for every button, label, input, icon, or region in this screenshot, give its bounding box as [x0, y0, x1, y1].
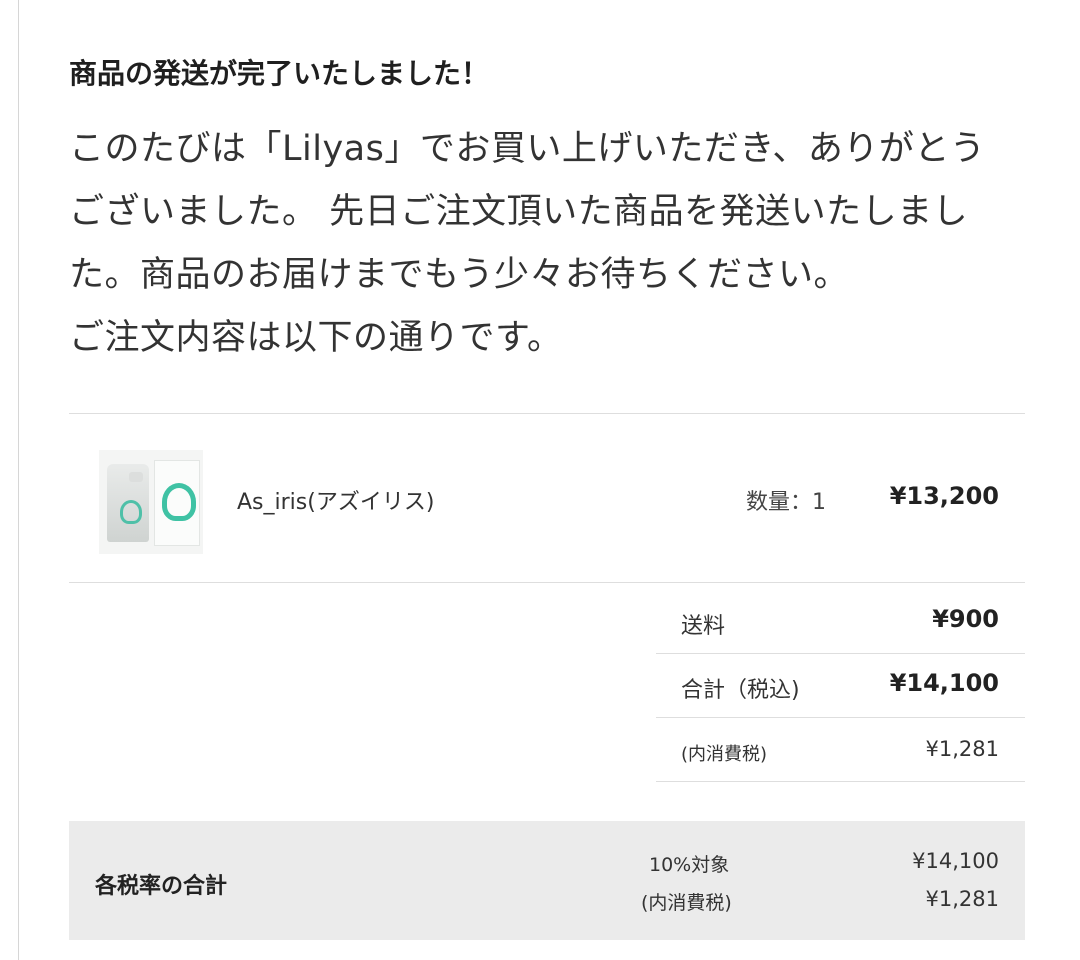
tax-rate-consumption-value: ¥1,281: [925, 887, 999, 911]
tax-rate-totals-box: 各税率の合計 10%対象 ¥14,100 (内消費税) ¥1,281: [69, 821, 1025, 940]
product-thumbnail[interactable]: [99, 450, 203, 554]
tooth-logo-icon: [162, 483, 196, 521]
tax-rate-consumption-label: (内消費税): [641, 892, 732, 914]
tax-rate-value: ¥14,100: [912, 849, 999, 873]
message-line: ご注文内容は以下の通りです。: [69, 318, 563, 358]
shipping-row: 送料 ¥900: [656, 590, 1025, 654]
pouch-package-icon: [107, 464, 149, 542]
consumption-tax-value: ¥1,281: [925, 737, 999, 761]
tax-rate-totals-title: 各税率の合計: [95, 874, 228, 899]
thank-you-message: このたびは「Lilyas」でお買い上げいただき、ありがとう ございました。 先日…: [69, 118, 1025, 370]
box-package-icon: [154, 460, 200, 546]
product-name[interactable]: As_iris(アズイリス): [237, 484, 434, 516]
total-value: ¥14,100: [889, 669, 999, 697]
tooth-logo-icon: [120, 500, 142, 524]
total-row: 合計（税込) ¥14,100: [656, 654, 1025, 718]
order-summary: 送料 ¥900 合計（税込) ¥14,100 (内消費税) ¥1,281: [656, 590, 1025, 782]
message-line: た。商品のお届けまでもう少々お待ちください。: [69, 255, 849, 295]
message-line: このたびは「Lilyas」でお買い上げいただき、ありがとう: [69, 129, 986, 169]
shipping-value: ¥900: [932, 605, 999, 633]
order-item-row: As_iris(アズイリス) 数量：1 ¥13,200: [69, 414, 1025, 582]
product-quantity: 数量：1: [746, 490, 826, 515]
consumption-tax-row: (内消費税) ¥1,281: [656, 718, 1025, 782]
product-price: ¥13,200: [889, 482, 999, 510]
message-line: ございました。 先日ご注文頂いた商品を発送いたしまし: [69, 192, 969, 232]
tax-rate-label: 10%対象: [649, 854, 730, 876]
pouch-cap-icon: [129, 472, 143, 482]
consumption-tax-label: (内消費税): [681, 744, 768, 765]
total-label: 合計（税込): [681, 678, 800, 703]
shipping-headline: 商品の発送が完了いたしました！: [69, 57, 490, 90]
shipping-label: 送料: [681, 614, 726, 639]
product-bottom-divider: [69, 582, 1025, 583]
